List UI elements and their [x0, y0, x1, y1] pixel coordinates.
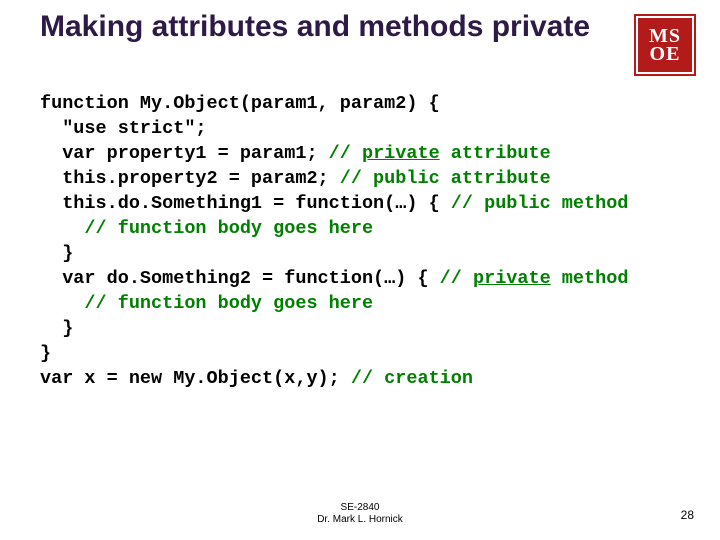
- code-line-4-code: this.property2 = param2;: [62, 168, 340, 189]
- slide-footer: SE-2840 Dr. Mark L. Hornick: [0, 502, 720, 526]
- msoe-logo-inner: MS OE: [636, 16, 694, 74]
- code-line-2: "use strict";: [62, 118, 206, 139]
- code-line-8-code: var do.Something2 = function(…) {: [62, 268, 439, 289]
- code-line-7: }: [62, 243, 73, 264]
- msoe-logo: MS OE: [634, 14, 696, 76]
- logo-text-row2: OE: [650, 45, 681, 63]
- code-block: function My.Object(param1, param2) { "us…: [40, 92, 680, 392]
- code-line-8-c2: private: [473, 268, 551, 289]
- footer-line-1: SE-2840: [0, 502, 720, 514]
- code-line-3-code: var property1 = param1;: [62, 143, 328, 164]
- code-line-12-comment: // creation: [351, 368, 473, 389]
- code-line-8-c1: //: [440, 268, 473, 289]
- code-line-9-comment: // function body goes here: [84, 293, 373, 314]
- code-line-4-comment: // public attribute: [340, 168, 551, 189]
- code-line-8-c3: method: [551, 268, 629, 289]
- slide: Making attributes and methods private MS…: [0, 0, 720, 540]
- code-line-10: }: [62, 318, 73, 339]
- code-line-3-c2: private: [362, 143, 440, 164]
- page-number: 28: [681, 508, 694, 522]
- code-line-3-c1: //: [329, 143, 362, 164]
- code-line-3-c3: attribute: [440, 143, 551, 164]
- code-line-5-comment: // public method: [451, 193, 629, 214]
- footer-line-2: Dr. Mark L. Hornick: [0, 514, 720, 526]
- code-line-1: function My.Object(param1, param2) {: [40, 93, 440, 114]
- code-line-6-comment: // function body goes here: [84, 218, 373, 239]
- code-line-11: }: [40, 343, 51, 364]
- slide-title: Making attributes and methods private: [40, 10, 600, 45]
- code-line-12-code: var x = new My.Object(x,y);: [40, 368, 351, 389]
- code-line-5-code: this.do.Something1 = function(…) {: [62, 193, 451, 214]
